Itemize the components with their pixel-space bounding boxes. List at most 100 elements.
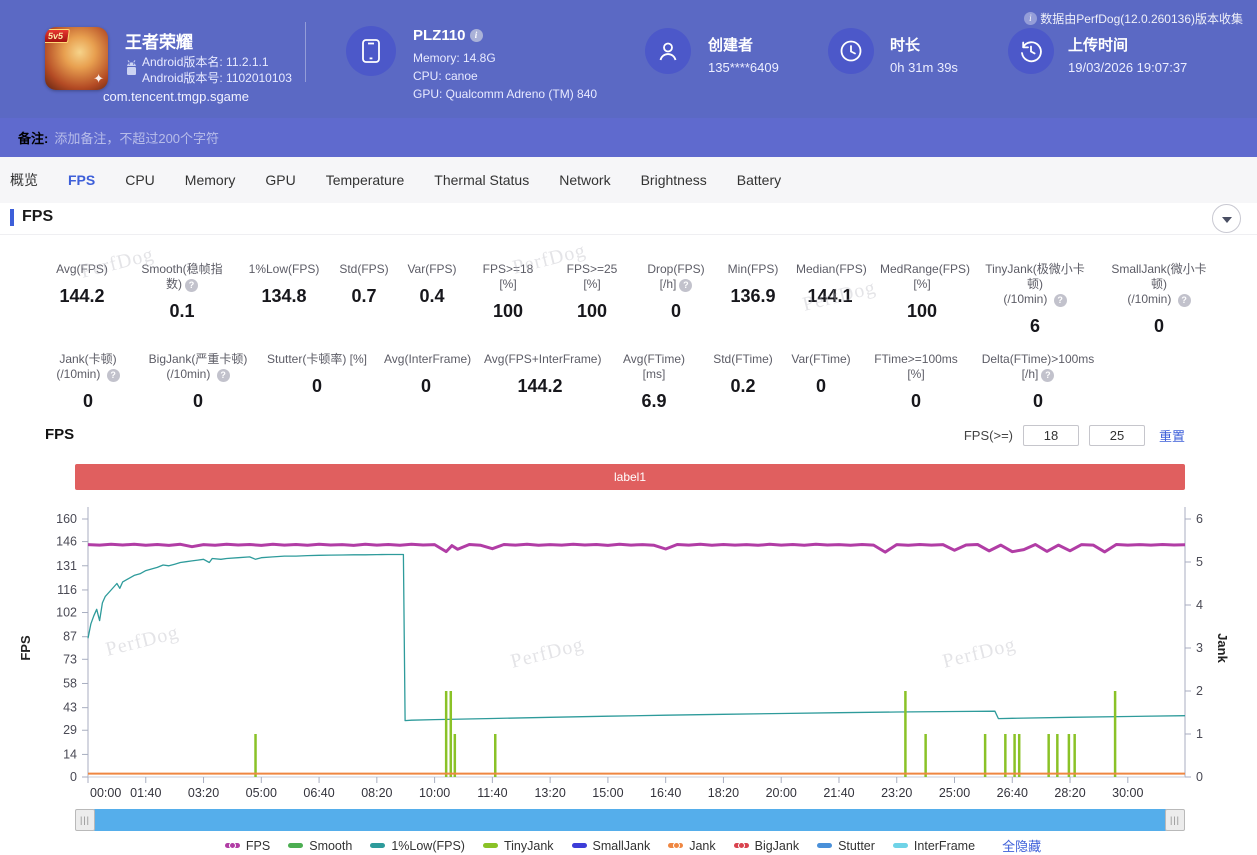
tab-temperature[interactable]: Temperature <box>326 172 405 188</box>
stat-value: 0.4 <box>419 286 445 306</box>
legend-item-bigjank[interactable]: BigJank <box>733 839 799 853</box>
section-accent-bar <box>10 209 14 226</box>
stat-value: 144.1 <box>807 286 853 306</box>
y-right-axis-title: Jank <box>1215 633 1230 663</box>
stat-value: 100 <box>492 301 524 321</box>
x-tick-label: 26:40 <box>997 786 1028 800</box>
stat-value: 0.2 <box>730 376 756 396</box>
x-tick-label: 20:00 <box>766 786 797 800</box>
x-tick-label: 30:00 <box>1112 786 1143 800</box>
fps-threshold-input-1[interactable] <box>1022 425 1079 446</box>
help-icon[interactable]: ? <box>1053 294 1067 307</box>
reset-link[interactable]: 重置 <box>1159 426 1185 445</box>
stat-value: 134.8 <box>261 286 307 306</box>
stat-value: 0 <box>82 391 93 411</box>
y-right-tick-label: 0 <box>1196 770 1203 784</box>
tab-network[interactable]: Network <box>559 172 610 188</box>
legend-item-smooth[interactable]: Smooth <box>288 839 352 853</box>
scrollbar-right-handle[interactable]: ||| <box>1165 809 1185 831</box>
fps-threshold-input-2[interactable] <box>1088 425 1145 446</box>
android-version-name: Android版本名: 11.2.1.1 <box>142 55 269 69</box>
stat-value: 6.9 <box>641 391 667 411</box>
legend-marker <box>817 843 833 848</box>
stat-value: 6 <box>1029 316 1040 336</box>
legend-marker <box>224 841 240 849</box>
device-info-icon[interactable]: i <box>469 29 483 42</box>
stat-bigjank-: BigJank(严重卡顿) (/10min) ? 0 <box>138 352 258 412</box>
x-tick-label: 23:20 <box>881 786 912 800</box>
legend-item-fps[interactable]: FPS <box>224 839 270 853</box>
help-icon[interactable]: ? <box>185 279 198 292</box>
stat-avg-ftime-ms-: Avg(FTime) [ms] 6.9 <box>604 352 704 412</box>
tab-gpu[interactable]: GPU <box>265 172 295 188</box>
series-1-low-fps- <box>87 553 1186 722</box>
stat-value: 136.9 <box>730 286 776 306</box>
tab-fps[interactable]: FPS <box>68 172 95 188</box>
stat-label: Var(FPS) <box>407 262 457 276</box>
note-bar[interactable]: 备注: 添加备注，不超过200个字符 <box>0 118 1257 157</box>
section-title: FPS <box>22 208 54 225</box>
device-model: PLZ110 i <box>413 27 483 44</box>
info-icon: i <box>1023 12 1037 25</box>
stat-var-ftime-: Var(FTime) 0 <box>782 352 860 412</box>
stat-avg-fps-interframe-: Avg(FPS+InterFrame) 144.2 <box>476 352 604 412</box>
stat-smalljank-: SmallJank(微小卡顿) (/10min) ? 0 <box>1098 262 1220 337</box>
stat-label: MedRange(FPS)[%] <box>880 262 971 291</box>
stat-label: TinyJank(极微小卡顿) (/10min) ? <box>985 262 1085 307</box>
stat-var-fps-: Var(FPS) 0.4 <box>398 262 466 337</box>
x-tick-label: 18:20 <box>708 786 739 800</box>
legend-item-interframe[interactable]: InterFrame <box>892 839 975 853</box>
stat-label: Stutter(卡顿率) [%] <box>266 352 367 366</box>
collapse-section-button[interactable] <box>1212 204 1241 233</box>
legend-label: SmallJank <box>592 838 651 853</box>
stat-smooth-: Smooth(稳帧指数)? 0.1 <box>126 262 238 337</box>
stat-label: SmallJank(微小卡顿) (/10min) ? <box>1111 262 1207 307</box>
stat-label: Min(FPS) <box>727 262 779 276</box>
help-icon[interactable]: ? <box>1177 294 1191 307</box>
phone-icon <box>362 39 380 63</box>
legend-marker <box>668 841 684 849</box>
x-tick-label: 21:40 <box>823 786 854 800</box>
help-icon[interactable]: ? <box>1041 369 1055 382</box>
hide-all-link[interactable]: 全隐藏 <box>1002 836 1041 855</box>
help-icon[interactable]: ? <box>216 369 230 382</box>
tab-thermal-status[interactable]: Thermal Status <box>434 172 529 188</box>
device-gpu: GPU: Qualcomm Adreno (TM) 840 <box>413 87 598 101</box>
legend-item-stutter[interactable]: Stutter <box>817 839 875 853</box>
tab-brightness[interactable]: Brightness <box>641 172 707 188</box>
y-left-tick-label: 131 <box>56 559 77 573</box>
tab-memory[interactable]: Memory <box>185 172 236 188</box>
stat-fps-18-%-: FPS>=18 [%] 100 <box>466 262 550 337</box>
help-icon[interactable]: ? <box>106 369 120 382</box>
stat-avg-interframe-: Avg(InterFrame) 0 <box>376 352 476 412</box>
stat-label: Avg(InterFrame) <box>384 352 472 366</box>
x-tick-label: 05:00 <box>246 786 277 800</box>
legend-item-jank[interactable]: Jank <box>668 839 716 853</box>
series-fps <box>87 542 1186 554</box>
scrollbar-left-handle[interactable]: ||| <box>75 809 95 831</box>
legend-item-tinyjank[interactable]: TinyJank <box>482 839 554 853</box>
stat-value: 0.7 <box>351 286 377 306</box>
stat-value: 0 <box>910 391 921 411</box>
x-tick-label: 25:00 <box>939 786 970 800</box>
legend-marker <box>571 843 587 848</box>
tab-battery[interactable]: Battery <box>737 172 781 188</box>
y-left-tick-label: 73 <box>63 652 77 666</box>
stat-label: Median(FPS) <box>796 262 867 276</box>
y-right-tick-label: 1 <box>1196 727 1203 741</box>
tab-cpu[interactable]: CPU <box>125 172 155 188</box>
legend-item-smalljank[interactable]: SmallJank <box>571 838 651 853</box>
annotation-label-bar[interactable]: label1 <box>75 464 1185 490</box>
legend-label: 1%Low(FPS) <box>391 838 465 853</box>
help-icon[interactable]: ? <box>679 279 693 292</box>
game-title: 王者荣耀 <box>125 33 193 52</box>
y-left-tick-label: 146 <box>56 535 77 549</box>
scrollbar-track[interactable] <box>93 809 1167 831</box>
tab-概览[interactable]: 概览 <box>10 170 38 190</box>
chart-legend: FPS Smooth 1%Low(FPS) TinyJank SmallJank Jank… <box>0 836 1257 855</box>
fps-chart[interactable]: 1601461311161028773584329140654321000:00… <box>0 500 1257 805</box>
legend-item-1-low-fps-[interactable]: 1%Low(FPS) <box>370 839 465 853</box>
x-tick-label: 16:40 <box>650 786 681 800</box>
stat-value: 0 <box>192 391 203 411</box>
y-right-tick-label: 3 <box>1196 641 1203 655</box>
